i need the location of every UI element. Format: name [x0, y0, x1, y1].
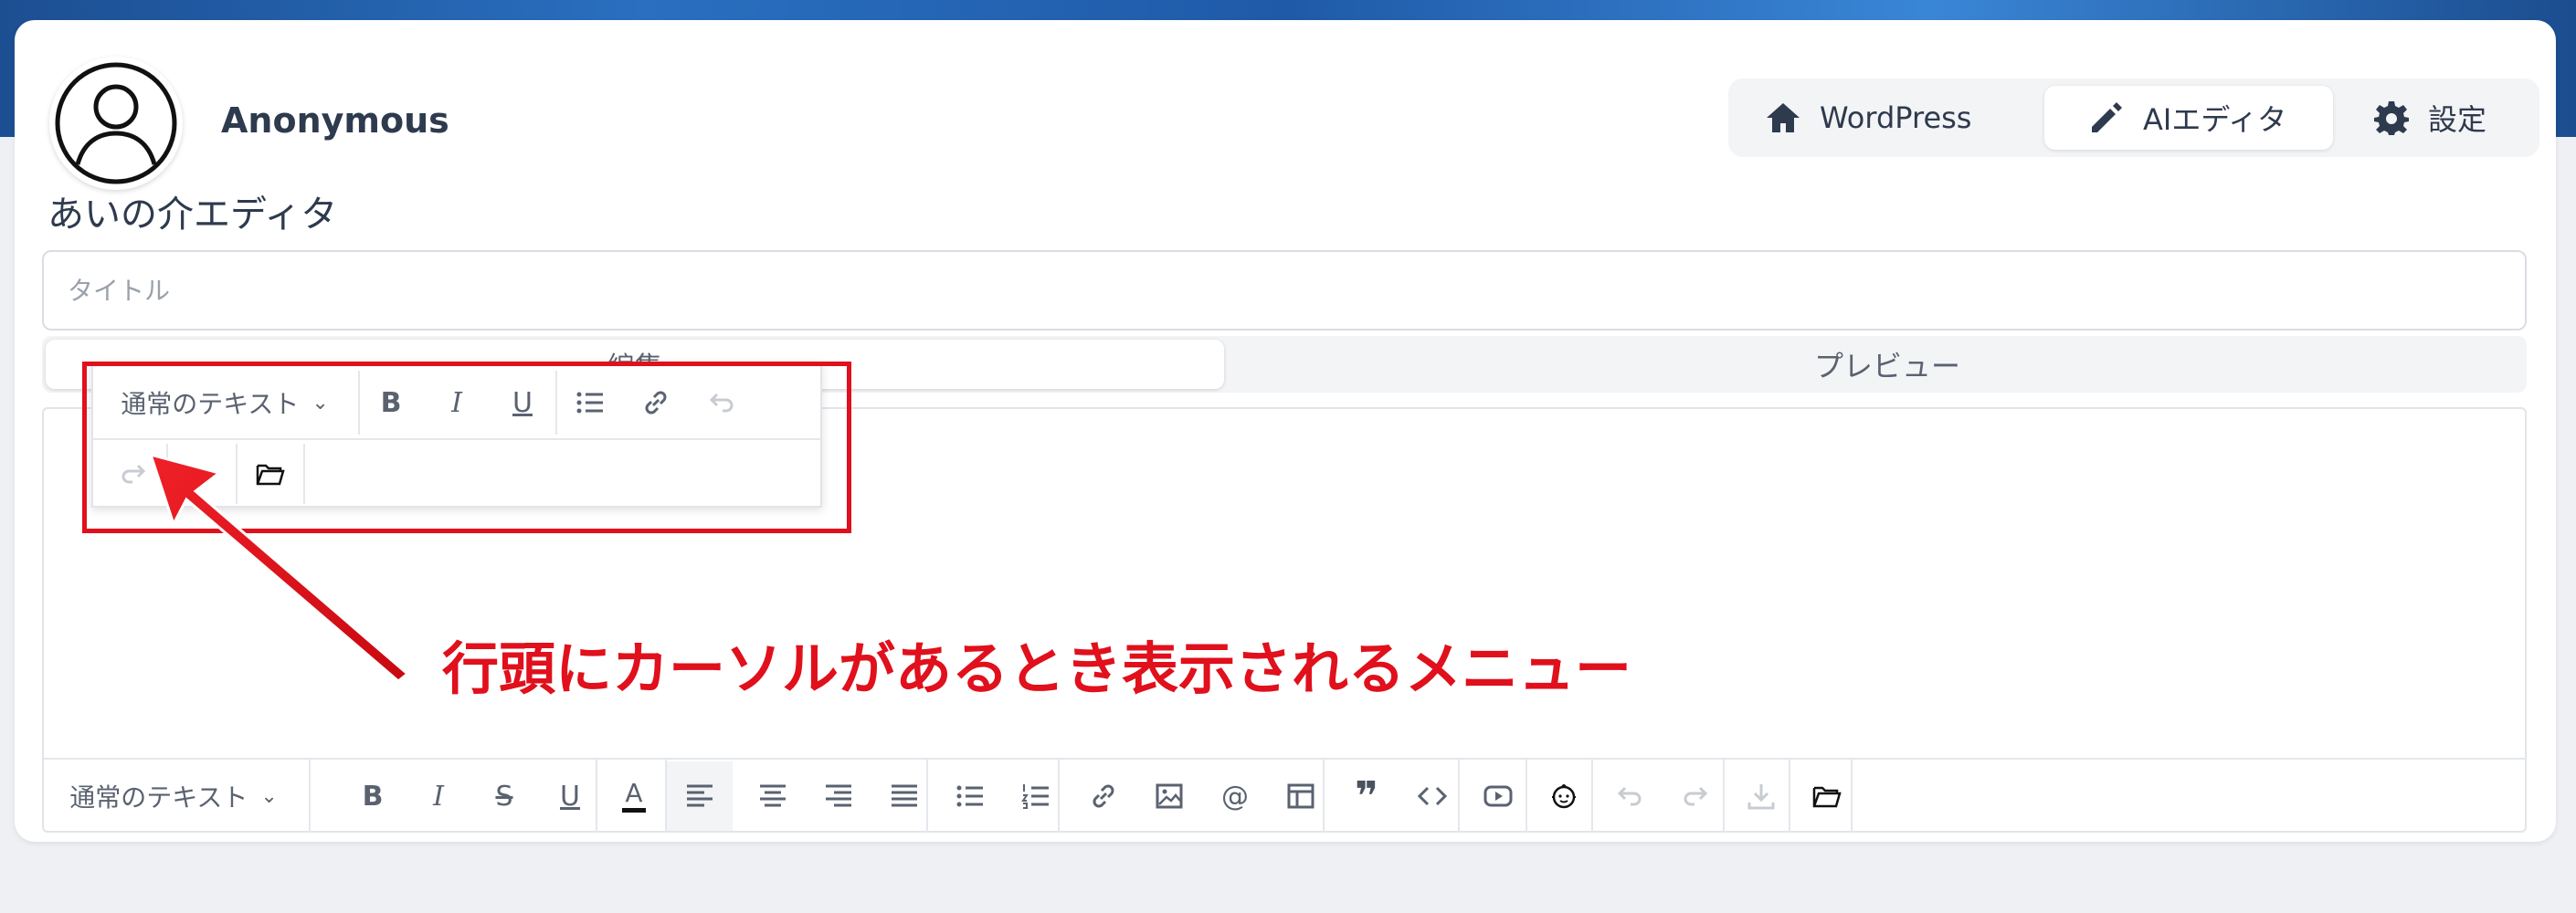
align-center-icon	[760, 784, 786, 807]
align-left-button[interactable]	[667, 761, 733, 831]
separator	[596, 760, 597, 833]
table-button[interactable]	[1273, 760, 1328, 833]
strikethrough-icon: S	[495, 780, 513, 813]
username: Anonymous	[221, 100, 449, 141]
underline-icon: U	[560, 780, 580, 813]
link-button[interactable]	[1076, 760, 1131, 833]
align-justify-button[interactable]	[877, 760, 932, 833]
home-icon	[1767, 103, 1800, 132]
text-color-button[interactable]: A	[607, 760, 661, 833]
tab-preview-label: プレビュー	[1813, 349, 1960, 383]
separator	[1323, 760, 1325, 833]
text-style-label: 通常のテキスト	[69, 782, 248, 813]
align-right-button[interactable]	[811, 760, 866, 833]
align-left-icon	[687, 784, 713, 807]
image-icon	[1156, 783, 1183, 809]
separator	[926, 760, 928, 833]
link-icon	[1093, 784, 1114, 808]
youtube-icon	[1483, 785, 1513, 807]
ai-assistant-button[interactable]	[1536, 760, 1591, 833]
nav-ai-editor-button[interactable]: AIエディタ	[2044, 86, 2333, 150]
chevron-down-icon: ⌄	[260, 784, 278, 808]
separator	[1723, 760, 1725, 833]
download-button[interactable]	[1734, 760, 1789, 833]
quote-button[interactable]: ❞	[1339, 760, 1394, 833]
image-button[interactable]	[1142, 760, 1197, 833]
quote-icon: ❞	[1355, 772, 1378, 820]
separator	[1851, 760, 1853, 833]
avatar[interactable]	[49, 57, 183, 190]
nav-wordpress-label: WordPress	[1820, 100, 1972, 135]
nav-settings-label: 設定	[2428, 102, 2487, 137]
italic-button[interactable]: I	[411, 760, 466, 833]
bold-button[interactable]: B	[345, 760, 400, 833]
user-icon	[55, 62, 177, 184]
annotation-caption: 行頭にカーソルがあるとき表示されるメニュー	[442, 635, 1632, 702]
undo-icon	[1617, 786, 1642, 806]
strikethrough-button[interactable]: S	[477, 760, 532, 833]
nav-wordpress-button[interactable]: WordPress	[1765, 86, 2057, 150]
separator	[1526, 760, 1527, 833]
redo-icon	[1684, 786, 1708, 806]
youtube-button[interactable]	[1471, 760, 1526, 833]
code-icon	[1417, 786, 1448, 806]
at-sign-icon: @	[1221, 780, 1249, 813]
baby-face-icon	[1552, 784, 1576, 809]
text-style-select[interactable]: 通常のテキスト ⌄	[55, 760, 292, 833]
mention-button[interactable]: @	[1208, 760, 1262, 833]
underline-button[interactable]: U	[543, 760, 597, 833]
redo-button[interactable]	[1668, 760, 1723, 833]
numbered-list-icon	[1021, 784, 1049, 809]
align-right-icon	[826, 784, 851, 807]
bottom-toolbar: 通常のテキスト ⌄ B I S U A @ ❞	[44, 758, 2525, 833]
numbered-list-button[interactable]	[1008, 760, 1063, 833]
open-folder-button[interactable]	[1800, 760, 1854, 833]
top-nav: WordPress AIエディタ 設定	[1728, 79, 2539, 157]
table-icon	[1287, 783, 1314, 809]
bullet-list-button[interactable]	[943, 760, 998, 833]
nav-ai-editor-label: AIエディタ	[2143, 102, 2287, 137]
italic-icon: I	[433, 780, 444, 813]
nav-settings-button[interactable]: 設定	[2373, 86, 2528, 150]
separator	[1591, 760, 1593, 833]
align-center-button[interactable]	[745, 760, 800, 833]
separator	[1458, 760, 1460, 833]
separator	[1058, 760, 1060, 833]
bullet-list-icon	[956, 785, 983, 807]
separator	[309, 760, 311, 833]
bold-icon: B	[362, 780, 384, 813]
title-input[interactable]	[42, 250, 2527, 331]
text-color-swatch	[622, 807, 646, 813]
download-icon	[1747, 784, 1775, 810]
separator	[1789, 760, 1790, 833]
annotation-highlight-frame	[82, 362, 851, 533]
folder-open-icon	[1812, 786, 1842, 808]
page-title: あいの介エディタ	[48, 194, 338, 236]
undo-button[interactable]	[1602, 760, 1657, 833]
text-color-icon: A	[625, 777, 643, 808]
tab-preview[interactable]: プレビュー	[1257, 340, 2518, 389]
pencil-icon	[2092, 102, 2122, 132]
align-justify-icon	[892, 784, 917, 807]
gear-icon	[2374, 101, 2409, 135]
code-button[interactable]	[1405, 760, 1460, 833]
